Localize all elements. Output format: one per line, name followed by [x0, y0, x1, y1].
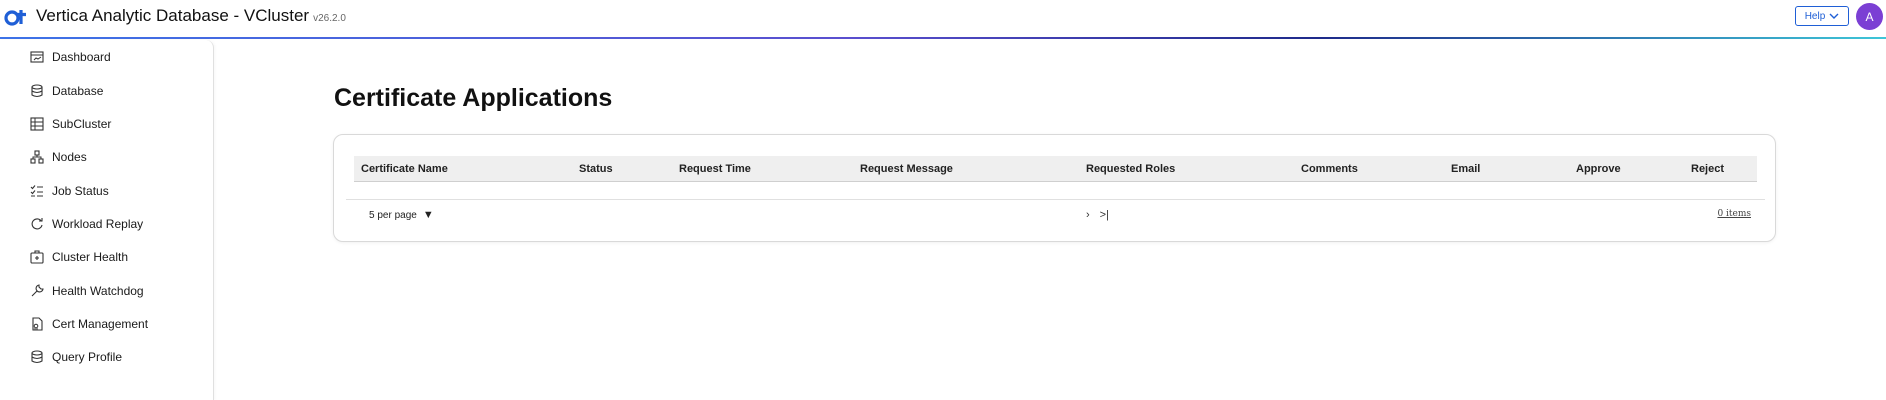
subcluster-icon [30, 117, 44, 131]
per-page-select[interactable]: 5 per page ▼ [369, 207, 434, 223]
table-header-row: Certificate Name Status Request Time Req… [354, 156, 1757, 182]
column-header-request-time[interactable]: Request Time [679, 156, 751, 182]
column-header-requested-roles[interactable]: Requested Roles [1086, 156, 1175, 182]
sidebar-item-label: Workload Replay [52, 217, 144, 231]
app-title-text: Vertica Analytic Database - VCluster [36, 6, 310, 25]
pagination-controls: › >| [1086, 207, 1109, 223]
wrench-icon [30, 284, 44, 298]
column-header-email[interactable]: Email [1451, 156, 1480, 182]
sidebar-item-label: Nodes [52, 150, 87, 164]
table-footer-divider [346, 199, 1765, 200]
user-avatar[interactable]: A [1856, 3, 1883, 30]
sidebar-item-database[interactable]: Database [30, 80, 103, 102]
sidebar-item-job-status[interactable]: Job Status [30, 180, 109, 202]
per-page-label: 5 per page [369, 209, 417, 221]
page-title: Certificate Applications [334, 84, 613, 112]
column-header-certificate-name[interactable]: Certificate Name [361, 156, 448, 182]
help-button-label: Help [1804, 10, 1826, 22]
chevron-down-icon [1829, 13, 1839, 19]
header-accent-line [0, 37, 1886, 39]
sidebar-item-query-profile[interactable]: Query Profile [30, 346, 122, 368]
replay-icon [30, 217, 44, 231]
sidebar-item-label: Dashboard [52, 50, 111, 64]
last-page-icon[interactable]: >| [1100, 209, 1109, 221]
cluster-health-icon [30, 250, 44, 264]
sidebar-item-workload-replay[interactable]: Workload Replay [30, 213, 143, 235]
sidebar-item-label: Query Profile [52, 350, 123, 364]
next-page-icon[interactable]: › [1086, 209, 1090, 221]
sidebar-item-label: Cert Management [52, 317, 149, 331]
items-count: 0 items [1717, 209, 1751, 219]
sidebar: Dashboard Database SubCluster Nodes Job … [0, 40, 214, 400]
column-header-request-message[interactable]: Request Message [860, 156, 953, 182]
sidebar-item-subcluster[interactable]: SubCluster [30, 113, 111, 135]
sidebar-item-label: Health Watchdog [52, 284, 144, 298]
app-version: v26.2.0 [313, 13, 346, 24]
dashboard-icon [30, 50, 44, 64]
opentext-logo-icon[interactable] [4, 6, 30, 28]
column-header-comments[interactable]: Comments [1301, 156, 1358, 182]
certificate-applications-table-card: Certificate Name Status Request Time Req… [333, 134, 1776, 242]
help-button[interactable]: Help [1795, 6, 1849, 26]
sidebar-item-label: Job Status [52, 184, 109, 198]
column-header-reject[interactable]: Reject [1691, 156, 1724, 182]
column-header-approve[interactable]: Approve [1576, 156, 1621, 182]
job-status-icon [30, 184, 44, 198]
caret-down-icon: ▼ [422, 209, 434, 221]
database-icon [30, 84, 44, 98]
sidebar-item-cluster-health[interactable]: Cluster Health [30, 246, 128, 268]
app-header: Vertica Analytic Database - VCluster v26.… [0, 0, 1886, 38]
sidebar-item-dashboard[interactable]: Dashboard [30, 46, 111, 68]
certificate-icon [30, 317, 44, 331]
sidebar-item-health-watchdog[interactable]: Health Watchdog [30, 280, 144, 302]
sidebar-item-label: Cluster Health [52, 250, 129, 264]
column-header-status[interactable]: Status [579, 156, 613, 182]
sidebar-item-label: Database [52, 84, 104, 98]
sidebar-item-cert-management[interactable]: Cert Management [30, 313, 148, 335]
database-icon [30, 350, 44, 364]
app-title: Vertica Analytic Database - VCluster v26.… [36, 6, 346, 26]
nodes-icon [30, 150, 44, 164]
sidebar-item-label: SubCluster [52, 117, 112, 131]
sidebar-item-nodes[interactable]: Nodes [30, 146, 87, 168]
